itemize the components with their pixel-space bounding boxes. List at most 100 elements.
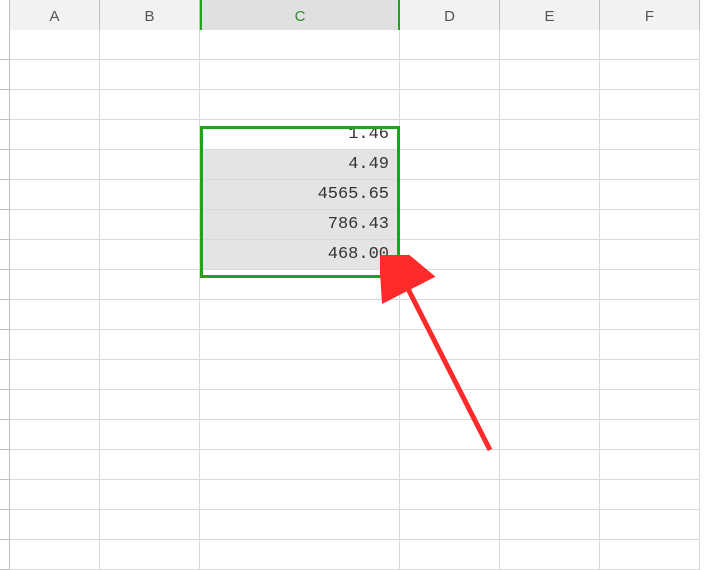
cell-d3[interactable] [400,90,500,120]
cell-f15[interactable] [600,450,700,480]
cell-f3[interactable] [600,90,700,120]
cell-c15[interactable] [200,450,400,480]
cell-b10[interactable] [100,300,200,330]
cell-a3[interactable] [10,90,100,120]
cell-e17[interactable] [500,510,600,540]
cell-e16[interactable] [500,480,600,510]
cell-c12[interactable] [200,360,400,390]
cell-f4[interactable] [600,120,700,150]
cell-b5[interactable] [100,150,200,180]
cell-b16[interactable] [100,480,200,510]
cell-c5[interactable]: 4.49 [200,150,400,180]
cell-b4[interactable] [100,120,200,150]
cell-b7[interactable] [100,210,200,240]
cell-e13[interactable] [500,390,600,420]
cell-b15[interactable] [100,450,200,480]
cell-c18[interactable] [200,540,400,570]
cell-a7[interactable] [10,210,100,240]
column-header-a[interactable]: A [10,0,100,34]
cell-c7[interactable]: 786.43 [200,210,400,240]
cell-d16[interactable] [400,480,500,510]
cell-d9[interactable] [400,270,500,300]
cell-e1[interactable] [500,30,600,60]
cell-c17[interactable] [200,510,400,540]
cell-d12[interactable] [400,360,500,390]
cell-c11[interactable] [200,330,400,360]
cell-b1[interactable] [100,30,200,60]
cell-d6[interactable] [400,180,500,210]
cell-a11[interactable] [10,330,100,360]
cell-c9[interactable] [200,270,400,300]
cell-b12[interactable] [100,360,200,390]
cell-b6[interactable] [100,180,200,210]
cell-b18[interactable] [100,540,200,570]
cell-d1[interactable] [400,30,500,60]
cell-e6[interactable] [500,180,600,210]
cell-e4[interactable] [500,120,600,150]
cell-b17[interactable] [100,510,200,540]
cell-a4[interactable] [10,120,100,150]
cell-c8[interactable]: 468.00 [200,240,400,270]
cell-f6[interactable] [600,180,700,210]
cell-a2[interactable] [10,60,100,90]
cell-f8[interactable] [600,240,700,270]
cell-f18[interactable] [600,540,700,570]
cell-d2[interactable] [400,60,500,90]
cell-c13[interactable] [200,390,400,420]
cell-f11[interactable] [600,330,700,360]
cell-e12[interactable] [500,360,600,390]
cell-f10[interactable] [600,300,700,330]
cell-b9[interactable] [100,270,200,300]
cell-c10[interactable] [200,300,400,330]
column-header-e[interactable]: E [500,0,600,34]
column-header-c[interactable]: C [200,0,400,34]
cell-c6[interactable]: 4565.65 [200,180,400,210]
cell-f13[interactable] [600,390,700,420]
cell-a13[interactable] [10,390,100,420]
cell-d5[interactable] [400,150,500,180]
cell-d14[interactable] [400,420,500,450]
cell-f9[interactable] [600,270,700,300]
cell-d10[interactable] [400,300,500,330]
cell-a14[interactable] [10,420,100,450]
cell-f7[interactable] [600,210,700,240]
cell-e8[interactable] [500,240,600,270]
cell-f14[interactable] [600,420,700,450]
cell-c16[interactable] [200,480,400,510]
cell-b14[interactable] [100,420,200,450]
cell-a18[interactable] [10,540,100,570]
cell-e7[interactable] [500,210,600,240]
cell-d11[interactable] [400,330,500,360]
cell-e5[interactable] [500,150,600,180]
cell-f5[interactable] [600,150,700,180]
cell-d7[interactable] [400,210,500,240]
cell-b2[interactable] [100,60,200,90]
cell-d18[interactable] [400,540,500,570]
cell-c2[interactable] [200,60,400,90]
cell-a9[interactable] [10,270,100,300]
cell-a6[interactable] [10,180,100,210]
cell-a12[interactable] [10,360,100,390]
cell-d15[interactable] [400,450,500,480]
cell-f16[interactable] [600,480,700,510]
column-header-b[interactable]: B [100,0,200,34]
cell-b3[interactable] [100,90,200,120]
cell-b11[interactable] [100,330,200,360]
cell-e10[interactable] [500,300,600,330]
cell-d13[interactable] [400,390,500,420]
cell-f17[interactable] [600,510,700,540]
cell-e11[interactable] [500,330,600,360]
cell-a17[interactable] [10,510,100,540]
cell-f12[interactable] [600,360,700,390]
cell-d17[interactable] [400,510,500,540]
cell-e2[interactable] [500,60,600,90]
cell-f1[interactable] [600,30,700,60]
cell-c1[interactable] [200,30,400,60]
column-header-f[interactable]: F [600,0,700,34]
column-header-d[interactable]: D [400,0,500,34]
cell-a1[interactable] [10,30,100,60]
cell-a15[interactable] [10,450,100,480]
cell-a16[interactable] [10,480,100,510]
spreadsheet-grid[interactable]: ABCDEF1.464.494565.65786.43468.00 [0,0,710,570]
cell-e9[interactable] [500,270,600,300]
